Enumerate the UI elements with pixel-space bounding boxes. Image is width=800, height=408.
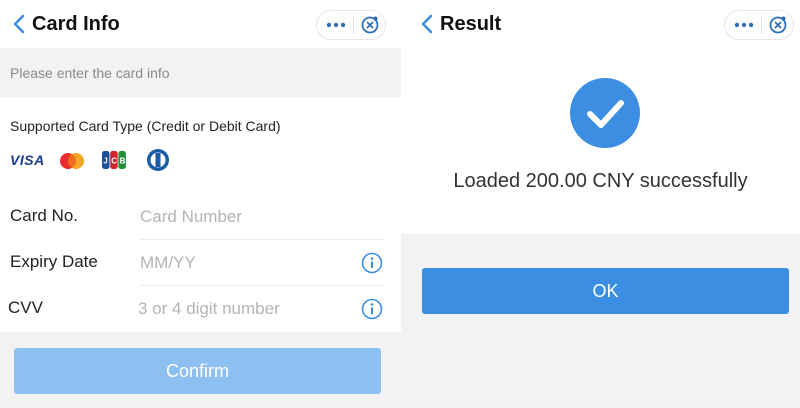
svg-text:C: C bbox=[111, 157, 117, 166]
mastercard-logo bbox=[60, 153, 84, 169]
expiry-date-label: Expiry Date bbox=[10, 252, 98, 271]
card-number-row: Card No. bbox=[0, 194, 401, 240]
card-number-input[interactable] bbox=[140, 202, 340, 232]
back-arrow-icon[interactable] bbox=[12, 14, 26, 34]
expiry-date-row: Expiry Date bbox=[0, 240, 401, 286]
card-form: Supported Card Type (Credit or Debit Car… bbox=[0, 98, 401, 332]
mini-program-capsule bbox=[724, 10, 794, 40]
diners-club-logo bbox=[147, 149, 169, 171]
result-navbar: Result bbox=[401, 0, 800, 48]
hint-text: Please enter the card info bbox=[10, 65, 170, 81]
cvv-label: CVV bbox=[8, 298, 43, 317]
capsule-divider bbox=[353, 17, 354, 34]
capsule-divider bbox=[761, 17, 762, 34]
visa-logo: VISA bbox=[10, 152, 45, 168]
close-mini-program-icon[interactable] bbox=[360, 15, 380, 35]
result-screen: Result Loaded 200.00 CNY successfully OK bbox=[401, 0, 800, 408]
svg-text:B: B bbox=[120, 157, 126, 166]
page-title: Result bbox=[440, 13, 502, 35]
cvv-info-icon[interactable] bbox=[361, 298, 383, 320]
svg-text:J: J bbox=[103, 157, 107, 166]
card-info-screen: Card Info Please enter the card info Sup… bbox=[0, 0, 401, 408]
confirm-button[interactable]: Confirm bbox=[14, 348, 381, 394]
jcb-logo: J C B bbox=[102, 151, 126, 169]
result-message: Loaded 200.00 CNY successfully bbox=[453, 170, 748, 192]
page-title: Card Info bbox=[32, 13, 120, 35]
success-check-icon bbox=[570, 78, 640, 148]
card-info-navbar: Card Info bbox=[0, 0, 401, 48]
mini-program-capsule bbox=[316, 10, 386, 40]
card-number-label: Card No. bbox=[10, 206, 79, 225]
supported-card-label: Supported Card Type (Credit or Debit Car… bbox=[10, 118, 281, 134]
close-mini-program-icon[interactable] bbox=[768, 15, 788, 35]
cvv-row: CVV bbox=[0, 286, 401, 332]
more-icon[interactable] bbox=[325, 18, 347, 32]
expiry-info-icon[interactable] bbox=[361, 252, 383, 274]
result-content: Loaded 200.00 CNY successfully bbox=[401, 48, 800, 234]
more-icon[interactable] bbox=[733, 18, 755, 32]
ok-button[interactable]: OK bbox=[422, 268, 789, 314]
back-arrow-icon[interactable] bbox=[420, 14, 434, 34]
hint-bar: Please enter the card info bbox=[0, 48, 401, 98]
expiry-date-input[interactable] bbox=[140, 248, 340, 278]
cvv-input[interactable] bbox=[138, 294, 338, 324]
